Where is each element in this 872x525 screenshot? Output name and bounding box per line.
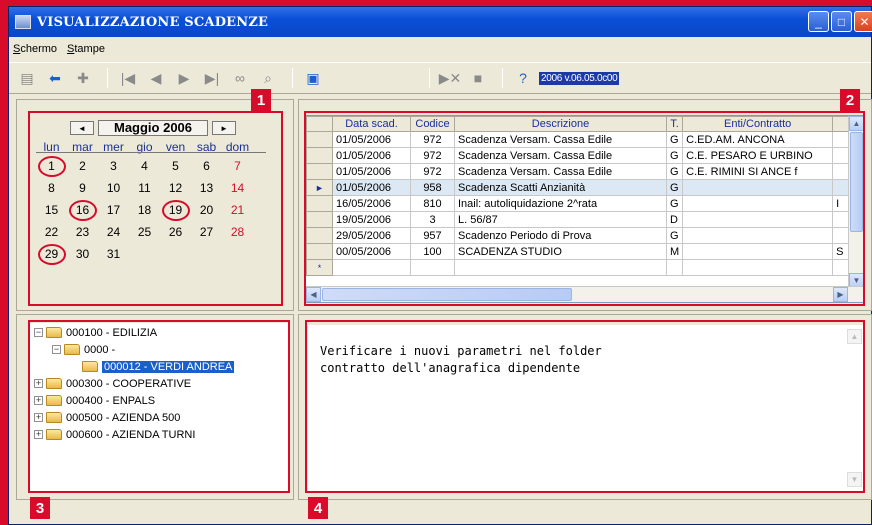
toolbar: ▤ ⬅ ✚ |◀ ◀ ▶ ▶| ∞ ⌕ ▣ ▶✕ ■ ? 2006 v.06.0… xyxy=(9,62,871,94)
minimize-button[interactable]: _ xyxy=(808,11,829,32)
back-icon[interactable]: ⬅ xyxy=(43,66,67,90)
app-icon xyxy=(15,15,31,29)
calendar-icon[interactable]: ▣ xyxy=(301,66,325,90)
prev-icon[interactable]: ◀ xyxy=(144,66,168,90)
first-icon[interactable]: |◀ xyxy=(116,66,140,90)
binoculars-icon[interactable]: ∞ xyxy=(228,66,252,90)
last-icon[interactable]: ▶| xyxy=(200,66,224,90)
callout-frame-calendar xyxy=(28,111,283,306)
menu-schermo[interactable]: Schermo xyxy=(13,43,57,55)
maximize-button[interactable]: □ xyxy=(831,11,852,32)
next-icon[interactable]: ▶ xyxy=(172,66,196,90)
toolbar-separator xyxy=(429,68,430,88)
callout-frame-memo xyxy=(305,320,865,493)
callout-badge: 4 xyxy=(308,497,328,519)
window-title: VISUALIZZAZIONE SCADENZE xyxy=(37,14,269,30)
toolbar-separator xyxy=(292,68,293,88)
menu-bar: Schermo Stampe xyxy=(9,39,105,59)
save-icon[interactable]: ▤ xyxy=(15,66,39,90)
stop-icon[interactable]: ■ xyxy=(466,66,490,90)
callout-badge: 1 xyxy=(251,89,271,111)
close-button[interactable]: ✕ xyxy=(854,11,872,32)
callout-badge: 2 xyxy=(840,89,860,111)
toolbar-separator xyxy=(107,68,108,88)
callout-frame-tree xyxy=(28,320,290,493)
magnifier-icon[interactable]: ⌕ xyxy=(256,66,280,90)
menu-stampe[interactable]: Stampe xyxy=(67,43,105,55)
callout-frame-grid xyxy=(304,111,865,306)
delete-icon[interactable]: ▶✕ xyxy=(438,66,462,90)
callout-badge: 3 xyxy=(30,497,50,519)
help-icon[interactable]: ? xyxy=(511,66,535,90)
version-label: 2006 v.06.05.0c00 xyxy=(539,71,620,85)
puzzle-icon[interactable]: ✚ xyxy=(71,66,95,90)
title-bar[interactable]: VISUALIZZAZIONE SCADENZE _ □ ✕ xyxy=(9,7,872,37)
toolbar-separator xyxy=(502,68,503,88)
